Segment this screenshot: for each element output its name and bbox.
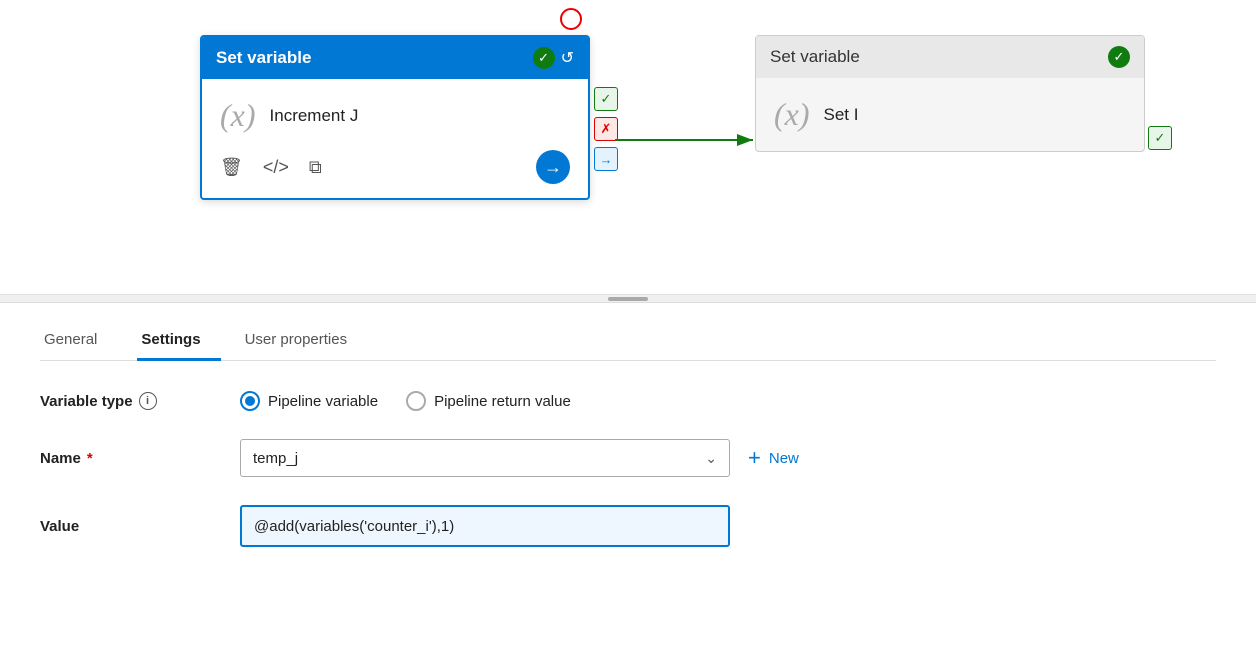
radio-group: Pipeline variable Pipeline return value xyxy=(240,391,571,411)
new-button[interactable]: + New xyxy=(748,447,799,469)
divider-handle xyxy=(608,297,648,301)
variable-icon-left: (x) xyxy=(220,97,256,134)
card-left: Set variable ✓ ↺ (x) Increment J 🗑 </> ⧉… xyxy=(200,35,590,200)
radio-outer-selected xyxy=(240,391,260,411)
card-left-body: (x) Increment J xyxy=(202,79,588,142)
card-right-body: (x) Set I xyxy=(756,78,1144,151)
value-input[interactable] xyxy=(240,505,730,547)
red-circle-connector[interactable] xyxy=(560,8,582,30)
card-left-header: Set variable ✓ ↺ xyxy=(202,37,588,79)
card-left-header-right: ✓ ↺ xyxy=(533,47,574,69)
bottom-panel: General Settings User properties Variabl… xyxy=(0,303,1256,547)
next-button[interactable]: → xyxy=(536,150,570,184)
card-right-title: Set variable xyxy=(770,47,860,67)
connector-green[interactable]: ✓ xyxy=(594,87,618,111)
panel-divider[interactable] xyxy=(0,295,1256,303)
radio-pipeline-variable[interactable]: Pipeline variable xyxy=(240,391,378,411)
card-left-title: Set variable xyxy=(216,48,311,68)
tab-settings[interactable]: Settings xyxy=(137,321,220,360)
card-right-check-icon: ✓ xyxy=(1108,46,1130,68)
plus-icon: + xyxy=(748,447,761,469)
tab-user-properties[interactable]: User properties xyxy=(241,321,368,360)
name-dropdown[interactable]: temp_j ⌄ xyxy=(240,439,730,477)
variable-type-row: Variable type i Pipeline variable Pipeli… xyxy=(40,391,1216,411)
form-area: Variable type i Pipeline variable Pipeli… xyxy=(40,361,1216,547)
card-right-label: Set I xyxy=(824,105,859,125)
name-row: Name temp_j ⌄ + New xyxy=(40,439,1216,477)
dropdown-wrapper: temp_j ⌄ + New xyxy=(240,439,799,477)
variable-icon-right: (x) xyxy=(774,96,810,133)
value-row: Value xyxy=(40,505,1216,547)
connector-arrow xyxy=(615,130,760,150)
value-label: Value xyxy=(40,518,240,535)
name-label: Name xyxy=(40,450,240,467)
card-left-footer: 🗑 </> ⧉ → xyxy=(202,142,588,198)
card-right-connector[interactable]: ✓ xyxy=(1148,126,1172,150)
delete-button[interactable]: 🗑 xyxy=(220,157,243,178)
connector-side: ✓ ✗ → xyxy=(594,87,618,171)
radio-pipeline-return[interactable]: Pipeline return value xyxy=(406,391,571,411)
redo-icon[interactable]: ↺ xyxy=(561,48,574,68)
tabs-row: General Settings User properties xyxy=(40,303,1216,361)
chevron-down-icon: ⌄ xyxy=(705,450,717,467)
connector-blue[interactable]: → xyxy=(594,147,618,171)
canvas-area: Set variable ✓ ↺ (x) Increment J 🗑 </> ⧉… xyxy=(0,0,1256,295)
card-left-check-icon: ✓ xyxy=(533,47,555,69)
card-left-label: Increment J xyxy=(270,106,359,126)
copy-button[interactable]: ⧉ xyxy=(309,157,322,178)
tab-general[interactable]: General xyxy=(40,321,117,360)
radio-outer-empty xyxy=(406,391,426,411)
code-button[interactable]: </> xyxy=(263,157,289,178)
card-right: Set variable ✓ (x) Set I ✓ xyxy=(755,35,1145,152)
info-icon[interactable]: i xyxy=(139,392,157,410)
radio-inner-selected xyxy=(245,396,255,406)
variable-type-label: Variable type i xyxy=(40,392,240,410)
card-right-header: Set variable ✓ xyxy=(756,36,1144,78)
